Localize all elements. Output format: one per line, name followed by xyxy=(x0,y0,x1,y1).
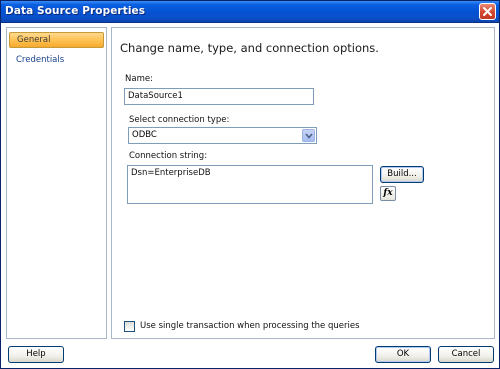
single-transaction-checkbox[interactable] xyxy=(124,321,135,332)
sidebar: General Credentials xyxy=(6,27,107,339)
dropdown-button[interactable] xyxy=(302,129,315,142)
fx-icon: fx xyxy=(383,188,393,198)
dialog-window: Data Source Properties General Credentia… xyxy=(0,0,500,369)
name-field[interactable]: DataSource1 xyxy=(124,88,314,105)
connection-type-select[interactable]: ODBC xyxy=(128,127,317,144)
close-icon xyxy=(483,7,492,16)
ok-button[interactable]: OK xyxy=(375,346,431,363)
single-transaction-label: Use single transaction when processing t… xyxy=(140,321,360,331)
connection-type-label: Select connection type: xyxy=(129,115,230,125)
expression-button[interactable]: fx xyxy=(380,186,396,201)
close-button[interactable] xyxy=(479,3,496,20)
connection-type-value: ODBC xyxy=(132,130,157,140)
name-label: Name: xyxy=(125,74,153,84)
title-bar[interactable]: Data Source Properties xyxy=(1,1,499,23)
content-panel: Change name, type, and connection option… xyxy=(111,27,495,339)
help-button[interactable]: Help xyxy=(8,346,64,363)
chevron-down-icon xyxy=(305,133,313,139)
build-button[interactable]: Build... xyxy=(380,166,424,183)
sidebar-item-credentials[interactable]: Credentials xyxy=(9,53,104,69)
connection-string-field[interactable]: Dsn=EnterpriseDB xyxy=(127,165,373,204)
sidebar-item-general[interactable]: General xyxy=(9,32,104,48)
connection-string-label: Connection string: xyxy=(129,151,208,161)
window-title: Data Source Properties xyxy=(5,5,146,17)
page-title: Change name, type, and connection option… xyxy=(120,41,379,55)
cancel-button[interactable]: Cancel xyxy=(438,346,494,363)
